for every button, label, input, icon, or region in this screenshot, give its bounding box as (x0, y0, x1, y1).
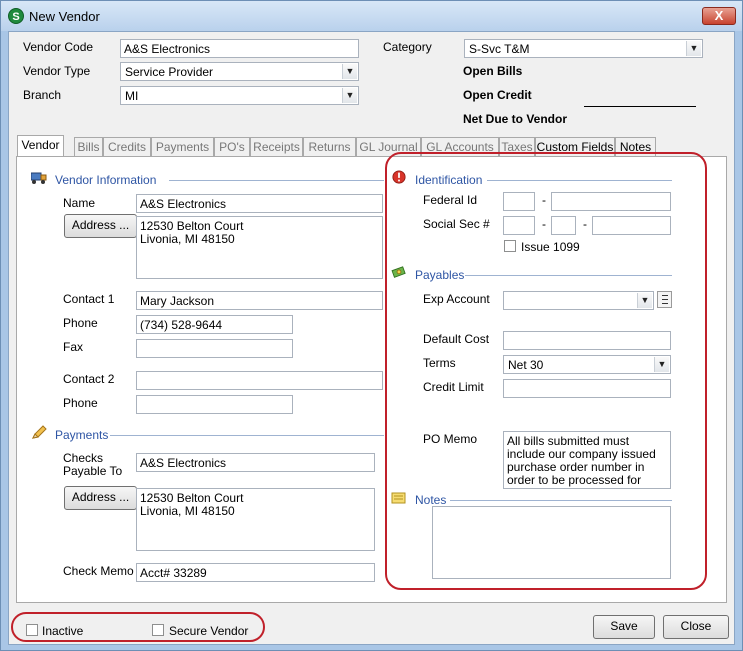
chevron-down-icon[interactable]: ▼ (342, 88, 357, 103)
category-label: Category (383, 40, 432, 54)
close-button[interactable]: Close (663, 615, 729, 639)
save-button[interactable]: Save (593, 615, 655, 639)
name-input[interactable]: A&S Electronics (136, 194, 383, 213)
tab-returns[interactable]: Returns (303, 137, 356, 157)
open-bills-label: Open Bills (463, 64, 523, 78)
vendor-address-box[interactable]: 12530 Belton Court Livonia, MI 48150 (136, 216, 383, 279)
name-label: Name (63, 196, 96, 210)
chevron-down-icon[interactable]: ▼ (342, 64, 357, 79)
phone2-input[interactable] (136, 395, 293, 414)
phone-input[interactable]: (734) 528-9644 (136, 315, 293, 334)
chevron-down-icon[interactable]: ▼ (686, 41, 701, 56)
checks-payable-input[interactable]: A&S Electronics (136, 453, 375, 472)
highlight-ring-right-panel (385, 152, 707, 590)
phone-label: Phone (63, 316, 98, 330)
checks-payable-label: Checks Payable To (63, 451, 123, 478)
contact2-input[interactable] (136, 371, 383, 390)
tab-pos[interactable]: PO's (214, 137, 250, 157)
window-title: New Vendor (29, 9, 100, 24)
branch-label: Branch (23, 88, 62, 102)
contact2-label: Contact 2 (63, 372, 115, 386)
section-divider (110, 435, 384, 436)
category-select[interactable]: S-Svc T&M ▼ (464, 39, 703, 58)
vendor-address-button[interactable]: Address ... (64, 214, 137, 238)
category-value: S-Svc T&M (469, 42, 530, 56)
net-due-value-line (584, 106, 696, 107)
vendor-info-title: Vendor Information (55, 173, 157, 187)
check-memo-input[interactable]: Acct# 33289 (136, 563, 375, 582)
window-close-button[interactable]: X (702, 7, 736, 25)
section-divider (169, 180, 384, 181)
check-memo-label: Check Memo (63, 564, 134, 578)
pencil-icon (32, 425, 47, 439)
app-logo-icon: S (8, 8, 24, 24)
truck-icon (31, 172, 47, 184)
fax-input[interactable] (136, 339, 293, 358)
tab-bills[interactable]: Bills (74, 137, 103, 157)
fax-label: Fax (63, 340, 84, 354)
phone2-label: Phone (63, 396, 98, 410)
new-vendor-window: S New Vendor X Vendor Code A&S Electroni… (0, 0, 743, 651)
highlight-ring-footer (11, 612, 265, 642)
payment-address-box[interactable]: 12530 Belton Court Livonia, MI 48150 (136, 488, 375, 551)
contact1-input[interactable]: Mary Jackson (136, 291, 383, 310)
vendor-type-label: Vendor Type (23, 64, 91, 78)
net-due-label: Net Due to Vendor (463, 112, 568, 126)
tab-receipts[interactable]: Receipts (250, 137, 303, 157)
vendor-type-value: Service Provider (125, 65, 214, 79)
tab-credits[interactable]: Credits (103, 137, 151, 157)
tab-vendor[interactable]: Vendor (17, 135, 64, 157)
vendor-type-select[interactable]: Service Provider ▼ (120, 62, 359, 81)
vendor-code-label: Vendor Code (23, 40, 94, 54)
branch-value: MI (125, 89, 139, 103)
branch-select[interactable]: MI ▼ (120, 86, 359, 105)
contact1-label: Contact 1 (63, 292, 115, 306)
vendor-code-input[interactable]: A&S Electronics (120, 39, 359, 58)
title-bar: S New Vendor X (1, 1, 742, 31)
payments-title: Payments (55, 428, 109, 442)
open-credit-label: Open Credit (463, 88, 532, 102)
payment-address-button[interactable]: Address ... (64, 486, 137, 510)
dialog-body: Vendor Code A&S Electronics Vendor Type … (8, 31, 735, 645)
tab-payments[interactable]: Payments (151, 137, 214, 157)
